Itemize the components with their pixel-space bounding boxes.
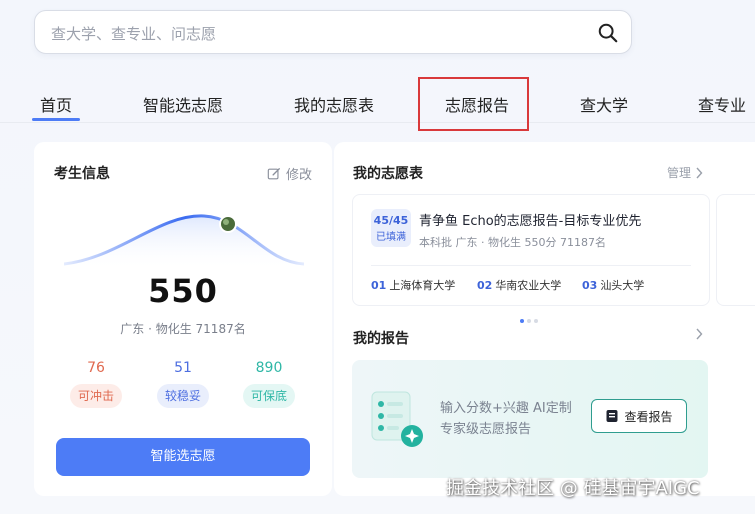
- divider: [371, 265, 691, 266]
- candidate-info-card: 考生信息 修改 550 广东 · 物化生 71187名 76 51 890 可冲…: [34, 142, 332, 496]
- edit-icon: [267, 167, 280, 179]
- university-item: 01 上海体育大学: [371, 279, 456, 292]
- score-value: 550: [148, 272, 218, 310]
- carousel-dot-active[interactable]: [520, 319, 524, 323]
- view-report-button[interactable]: 查看报告: [591, 399, 687, 433]
- watermark: 掘金技术社区 @ 硅基宙宇AIGC: [446, 478, 700, 499]
- chevron-right-icon[interactable]: [695, 328, 703, 340]
- tab-major[interactable]: 查专业: [698, 92, 746, 116]
- main-tabs: 首页 智能选志愿 我的志愿表 志愿报告 查大学 查专业: [0, 84, 755, 123]
- my-plan-title: 我的志愿表: [353, 166, 423, 182]
- report-document-icon: [371, 391, 423, 447]
- plan-item-card[interactable]: 45/45 已填满 青争鱼 Echo的志愿报告-目标专业优先 本科批 广东 · …: [352, 194, 710, 306]
- tab-home[interactable]: 首页: [40, 92, 72, 116]
- match-badge[interactable]: 较稳妥: [157, 384, 209, 408]
- smart-select-button[interactable]: 智能选志愿: [56, 438, 310, 476]
- report-promo: 输入分数+兴趣 AI定制专家级志愿报告 查看报告: [352, 360, 708, 478]
- university-item: 02 华南农业大学: [477, 279, 562, 292]
- edit-button[interactable]: 修改: [267, 164, 312, 183]
- safe-badge[interactable]: 可保底: [243, 384, 295, 408]
- carousel-dot[interactable]: [534, 319, 538, 323]
- edit-label: 修改: [285, 168, 312, 183]
- search-bar[interactable]: 查大学、查专业、问志愿: [34, 10, 632, 54]
- active-tab-indicator: [32, 118, 80, 121]
- search-icon[interactable]: [597, 22, 619, 44]
- report-description: 输入分数+兴趣 AI定制专家级志愿报告: [440, 401, 572, 437]
- plan-title: 青争鱼 Echo的志愿报告-目标专业优先: [419, 214, 642, 229]
- candidate-profile: 广东 · 物化生 71187名: [120, 322, 246, 336]
- carousel-dot[interactable]: [527, 319, 531, 323]
- reach-badge[interactable]: 可冲击: [70, 384, 122, 408]
- stat-match-count: 51: [174, 360, 192, 376]
- plan-item-card-next[interactable]: [716, 194, 755, 306]
- plan-fill-badge: 45/45 已填满: [371, 209, 411, 247]
- plan-meta: 本科批 广东 · 物化生 550分 71187名: [419, 236, 606, 249]
- plan-fill-status: 已填满: [376, 232, 406, 243]
- tab-university[interactable]: 查大学: [580, 92, 628, 116]
- score-rank-curve: [64, 214, 304, 270]
- report-icon: [606, 410, 618, 422]
- manage-label: 管理: [666, 166, 691, 180]
- chevron-right-icon: [696, 167, 703, 178]
- carousel-dots: [520, 319, 538, 323]
- plan-fill-count: 45/45: [373, 214, 409, 227]
- stat-reach-count: 76: [87, 360, 105, 376]
- my-report-title: 我的报告: [353, 331, 409, 347]
- view-report-label: 查看报告: [624, 409, 673, 424]
- my-plan-card: 我的志愿表 管理 45/45 已填满 青争鱼 Echo的志愿报告-目标专业优先 …: [334, 142, 755, 496]
- university-item: 03 汕头大学: [582, 279, 645, 292]
- manage-link[interactable]: 管理: [667, 164, 703, 181]
- candidate-info-title: 考生信息: [54, 166, 110, 182]
- stat-safe-count: 890: [255, 360, 283, 376]
- tab-my-plan[interactable]: 我的志愿表: [294, 92, 374, 116]
- search-input[interactable]: 查大学、查专业、问志愿: [51, 23, 216, 44]
- tab-smart-select[interactable]: 智能选志愿: [143, 92, 223, 116]
- annotation-highlight-box: [418, 77, 529, 131]
